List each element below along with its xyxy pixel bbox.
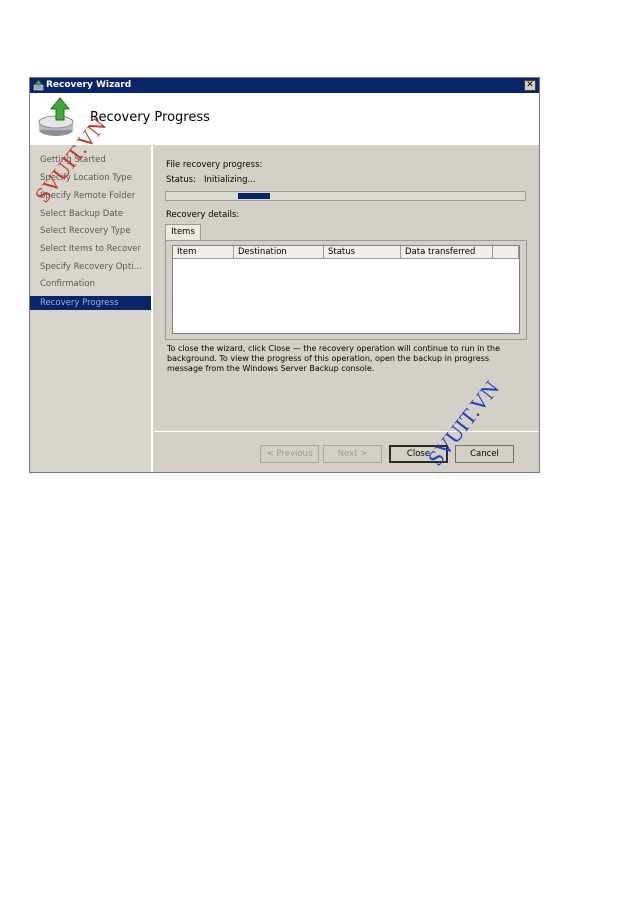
page-title: Recovery Progress — [90, 110, 210, 125]
recovery-progress-bar — [165, 191, 526, 201]
footer-divider — [153, 431, 539, 432]
sidebar-item-confirmation[interactable]: Confirmation — [40, 279, 95, 289]
window-close-button[interactable]: ✕ — [524, 80, 536, 91]
close-button[interactable]: Close — [389, 445, 448, 463]
title-bar[interactable]: Recovery Wizard ✕ — [30, 78, 539, 93]
sidebar-item-specify-recovery-options[interactable]: Specify Recovery Opti... — [40, 262, 142, 272]
wizard-header: Recovery Progress — [30, 93, 539, 145]
recovery-items-list[interactable]: Item Destination Status Data transferred — [172, 245, 520, 334]
cancel-button[interactable]: Cancel — [455, 445, 514, 463]
wizard-app-icon — [33, 80, 44, 91]
wizard-steps-sidebar: Getting Started Specify Location Type Sp… — [30, 145, 153, 472]
sidebar-item-select-recovery-type[interactable]: Select Recovery Type — [40, 226, 131, 236]
close-info-text: To close the wizard, click Close — the r… — [167, 344, 501, 373]
backup-recovery-icon — [38, 97, 74, 136]
column-header-data-transferred[interactable]: Data transferred — [401, 246, 493, 259]
column-header-item[interactable]: Item — [173, 246, 234, 259]
items-tab-panel: Item Destination Status Data transferred — [165, 240, 527, 340]
window-title: Recovery Wizard — [46, 80, 132, 90]
progress-bar-fill — [237, 193, 271, 199]
column-header-destination[interactable]: Destination — [234, 246, 324, 259]
file-recovery-progress-heading: File recovery progress: — [166, 160, 263, 170]
sidebar-item-recovery-progress[interactable]: Recovery Progress — [30, 296, 151, 310]
column-header-status[interactable]: Status — [324, 246, 401, 259]
next-button[interactable]: Next > — [323, 445, 382, 463]
close-icon: ✕ — [526, 80, 534, 90]
sidebar-item-select-items-to-recover[interactable]: Select Items to Recover — [40, 244, 141, 254]
previous-button[interactable]: < Previous — [260, 445, 319, 463]
tab-items[interactable]: Items — [165, 224, 201, 240]
status-value: Initializing... — [204, 175, 256, 185]
sidebar-item-specify-location-type[interactable]: Specify Location Type — [40, 173, 132, 183]
wizard-content: File recovery progress: Status: Initiali… — [153, 145, 539, 472]
column-header-filler — [493, 246, 519, 259]
status-label: Status: — [166, 175, 196, 185]
recovery-details-heading: Recovery details: — [166, 210, 240, 220]
sidebar-item-specify-remote-folder[interactable]: Specify Remote Folder — [40, 191, 135, 201]
sidebar-item-select-backup-date[interactable]: Select Backup Date — [40, 209, 123, 219]
sidebar-item-getting-started[interactable]: Getting Started — [40, 155, 106, 165]
recovery-wizard-window: Recovery Wizard ✕ Recovery Progress Gett… — [29, 77, 540, 473]
